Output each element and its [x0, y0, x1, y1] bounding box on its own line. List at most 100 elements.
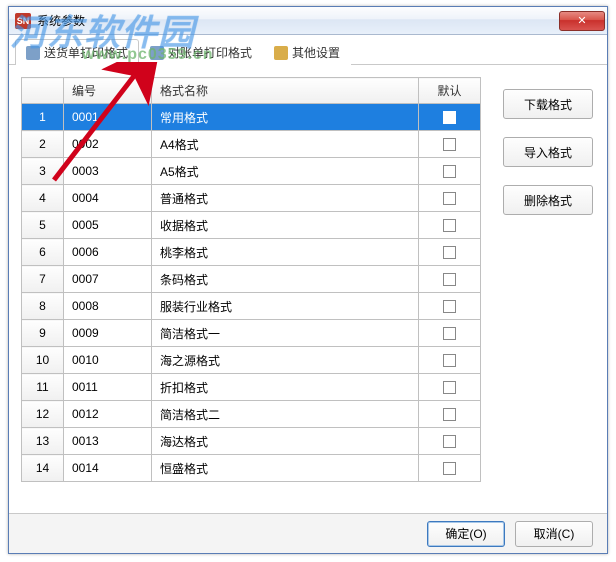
- cell-name: 普通格式: [152, 185, 419, 212]
- tab-label: 其他设置: [292, 44, 340, 61]
- cell-default[interactable]: [419, 104, 481, 131]
- titlebar: SN 系统参数: [9, 7, 607, 35]
- checkbox-icon[interactable]: [443, 192, 456, 205]
- cell-name: 条码格式: [152, 266, 419, 293]
- cell-code: 0010: [64, 347, 152, 374]
- sidebar-buttons: 下载格式 导入格式 删除格式: [503, 89, 593, 215]
- tab-other-settings[interactable]: 其他设置: [263, 39, 351, 65]
- cell-name: 常用格式: [152, 104, 419, 131]
- checkbox-icon[interactable]: [443, 246, 456, 259]
- checkbox-icon[interactable]: [443, 219, 456, 232]
- table-row[interactable]: 110011折扣格式: [22, 374, 481, 401]
- cell-default[interactable]: [419, 455, 481, 482]
- checkbox-icon[interactable]: [443, 273, 456, 286]
- dialog-window: SN 系统参数 送货单打印格式 对账单打印格式 其他设置 编号 格式名称 默认: [8, 6, 608, 554]
- format-table: 编号 格式名称 默认 10001常用格式20002A4格式30003A5格式40…: [21, 77, 481, 482]
- cell-rownum: 3: [22, 158, 64, 185]
- table-row[interactable]: 70007条码格式: [22, 266, 481, 293]
- checkbox-icon[interactable]: [443, 435, 456, 448]
- table-row[interactable]: 130013海达格式: [22, 428, 481, 455]
- table-row[interactable]: 80008服装行业格式: [22, 293, 481, 320]
- close-button[interactable]: [559, 11, 605, 31]
- checkbox-icon[interactable]: [443, 327, 456, 340]
- cell-default[interactable]: [419, 239, 481, 266]
- gear-icon: [274, 46, 288, 60]
- cell-default[interactable]: [419, 428, 481, 455]
- cell-code: 0007: [64, 266, 152, 293]
- table-row[interactable]: 140014恒盛格式: [22, 455, 481, 482]
- checkbox-icon[interactable]: [443, 354, 456, 367]
- cell-default[interactable]: [419, 185, 481, 212]
- import-format-button[interactable]: 导入格式: [503, 137, 593, 167]
- checkbox-icon[interactable]: [443, 138, 456, 151]
- table-row[interactable]: 100010海之源格式: [22, 347, 481, 374]
- doc-icon: [26, 46, 40, 60]
- cell-code: 0012: [64, 401, 152, 428]
- cell-code: 0004: [64, 185, 152, 212]
- tabstrip: 送货单打印格式 对账单打印格式 其他设置: [9, 35, 607, 65]
- table-row[interactable]: 50005收据格式: [22, 212, 481, 239]
- cell-rownum: 7: [22, 266, 64, 293]
- cell-rownum: 1: [22, 104, 64, 131]
- cell-default[interactable]: [419, 158, 481, 185]
- tab-label: 送货单打印格式: [44, 44, 128, 61]
- cancel-button[interactable]: 取消(C): [515, 521, 593, 547]
- checkbox-icon[interactable]: [443, 462, 456, 475]
- tab-delivery-print-format[interactable]: 送货单打印格式: [15, 39, 139, 65]
- cell-rownum: 9: [22, 320, 64, 347]
- cell-default[interactable]: [419, 401, 481, 428]
- table-row[interactable]: 90009简洁格式一: [22, 320, 481, 347]
- cell-default[interactable]: [419, 266, 481, 293]
- col-rownum: [22, 78, 64, 104]
- doc-icon: [150, 46, 164, 60]
- cell-rownum: 11: [22, 374, 64, 401]
- col-code[interactable]: 编号: [64, 78, 152, 104]
- cell-name: 海达格式: [152, 428, 419, 455]
- window-title: 系统参数: [37, 12, 559, 29]
- checkbox-icon[interactable]: [443, 381, 456, 394]
- table-row[interactable]: 20002A4格式: [22, 131, 481, 158]
- table-row[interactable]: 120012简洁格式二: [22, 401, 481, 428]
- tab-label: 对账单打印格式: [168, 44, 252, 61]
- cell-default[interactable]: [419, 131, 481, 158]
- cell-name: 折扣格式: [152, 374, 419, 401]
- cell-rownum: 6: [22, 239, 64, 266]
- cell-name: A5格式: [152, 158, 419, 185]
- cell-default[interactable]: [419, 212, 481, 239]
- cell-rownum: 10: [22, 347, 64, 374]
- cell-code: 0001: [64, 104, 152, 131]
- download-format-button[interactable]: 下载格式: [503, 89, 593, 119]
- ok-button[interactable]: 确定(O): [427, 521, 505, 547]
- cell-code: 0002: [64, 131, 152, 158]
- table-row[interactable]: 10001常用格式: [22, 104, 481, 131]
- dialog-footer: 确定(O) 取消(C): [9, 513, 607, 553]
- checkbox-icon[interactable]: [443, 408, 456, 421]
- checkbox-icon[interactable]: [443, 300, 456, 313]
- cell-default[interactable]: [419, 374, 481, 401]
- table-row[interactable]: 60006桃李格式: [22, 239, 481, 266]
- cell-rownum: 14: [22, 455, 64, 482]
- cell-default[interactable]: [419, 293, 481, 320]
- cell-rownum: 5: [22, 212, 64, 239]
- col-name[interactable]: 格式名称: [152, 78, 419, 104]
- table-row[interactable]: 40004普通格式: [22, 185, 481, 212]
- cell-code: 0013: [64, 428, 152, 455]
- cell-name: 简洁格式二: [152, 401, 419, 428]
- cell-default[interactable]: [419, 320, 481, 347]
- cell-rownum: 13: [22, 428, 64, 455]
- cell-rownum: 12: [22, 401, 64, 428]
- checkbox-icon[interactable]: [443, 165, 456, 178]
- cell-code: 0011: [64, 374, 152, 401]
- tab-statement-print-format[interactable]: 对账单打印格式: [139, 39, 263, 65]
- cell-name: 收据格式: [152, 212, 419, 239]
- cell-default[interactable]: [419, 347, 481, 374]
- col-default[interactable]: 默认: [419, 78, 481, 104]
- cell-code: 0006: [64, 239, 152, 266]
- delete-format-button[interactable]: 删除格式: [503, 185, 593, 215]
- cell-rownum: 4: [22, 185, 64, 212]
- cell-code: 0005: [64, 212, 152, 239]
- checkbox-icon[interactable]: [443, 111, 456, 124]
- table-row[interactable]: 30003A5格式: [22, 158, 481, 185]
- cell-name: 简洁格式一: [152, 320, 419, 347]
- table-header-row: 编号 格式名称 默认: [22, 78, 481, 104]
